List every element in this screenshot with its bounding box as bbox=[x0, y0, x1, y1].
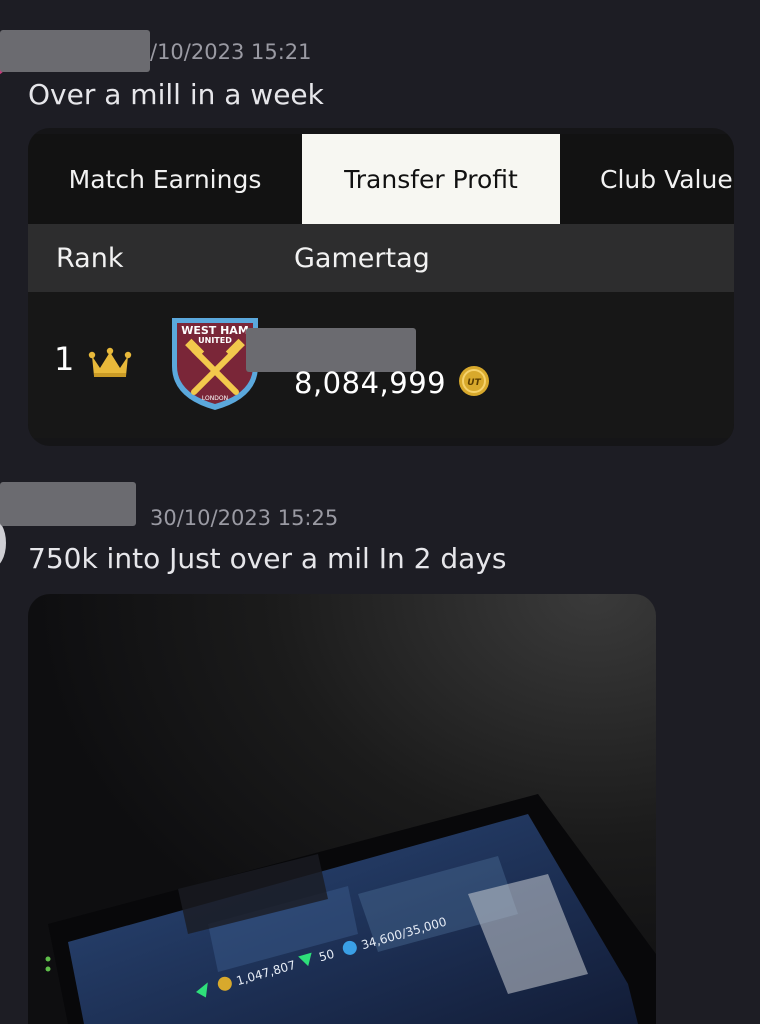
message-timestamp: 30/10/2023 15:25 bbox=[150, 506, 339, 530]
column-gamertag: Gamertag bbox=[294, 242, 430, 274]
transfer-profit-value: 8,084,999 bbox=[294, 366, 447, 400]
ut-coin-icon: UT bbox=[459, 366, 489, 396]
message-text: 750k into Just over a mil In 2 days bbox=[28, 542, 507, 575]
table-header: Rank Gamertag bbox=[28, 224, 734, 292]
leaderboard-card: Match Earnings Transfer Profit Club Valu… bbox=[28, 128, 734, 446]
crown-icon bbox=[88, 347, 132, 377]
crest-text-bottom: LONDON bbox=[202, 395, 228, 402]
monitor-photo: 1,047,807 50 34,600/35,000 bbox=[45, 794, 656, 1024]
column-rank: Rank bbox=[56, 242, 124, 274]
crest-text-middle: UNITED bbox=[198, 336, 232, 345]
redacted-username bbox=[0, 30, 150, 72]
rank-value: 1 bbox=[54, 340, 75, 378]
table-row[interactable]: 1 WEST HAM UNITED LONDON 8,084,999 UT bbox=[28, 292, 734, 438]
tab-transfer-profit[interactable]: Transfer Profit bbox=[302, 134, 560, 224]
message-text: Over a mill in a week bbox=[28, 78, 324, 111]
message-timestamp: /10/2023 15:21 bbox=[150, 40, 312, 64]
svg-text:UT: UT bbox=[467, 378, 481, 388]
attached-photo[interactable]: 1,047,807 50 34,600/35,000 bbox=[28, 594, 656, 1024]
tab-match-earnings[interactable]: Match Earnings bbox=[28, 134, 302, 224]
leaderboard-tabs: Match Earnings Transfer Profit Club Valu… bbox=[28, 134, 734, 224]
redacted-username bbox=[0, 482, 136, 526]
tab-club-value[interactable]: Club Value bbox=[588, 134, 734, 224]
